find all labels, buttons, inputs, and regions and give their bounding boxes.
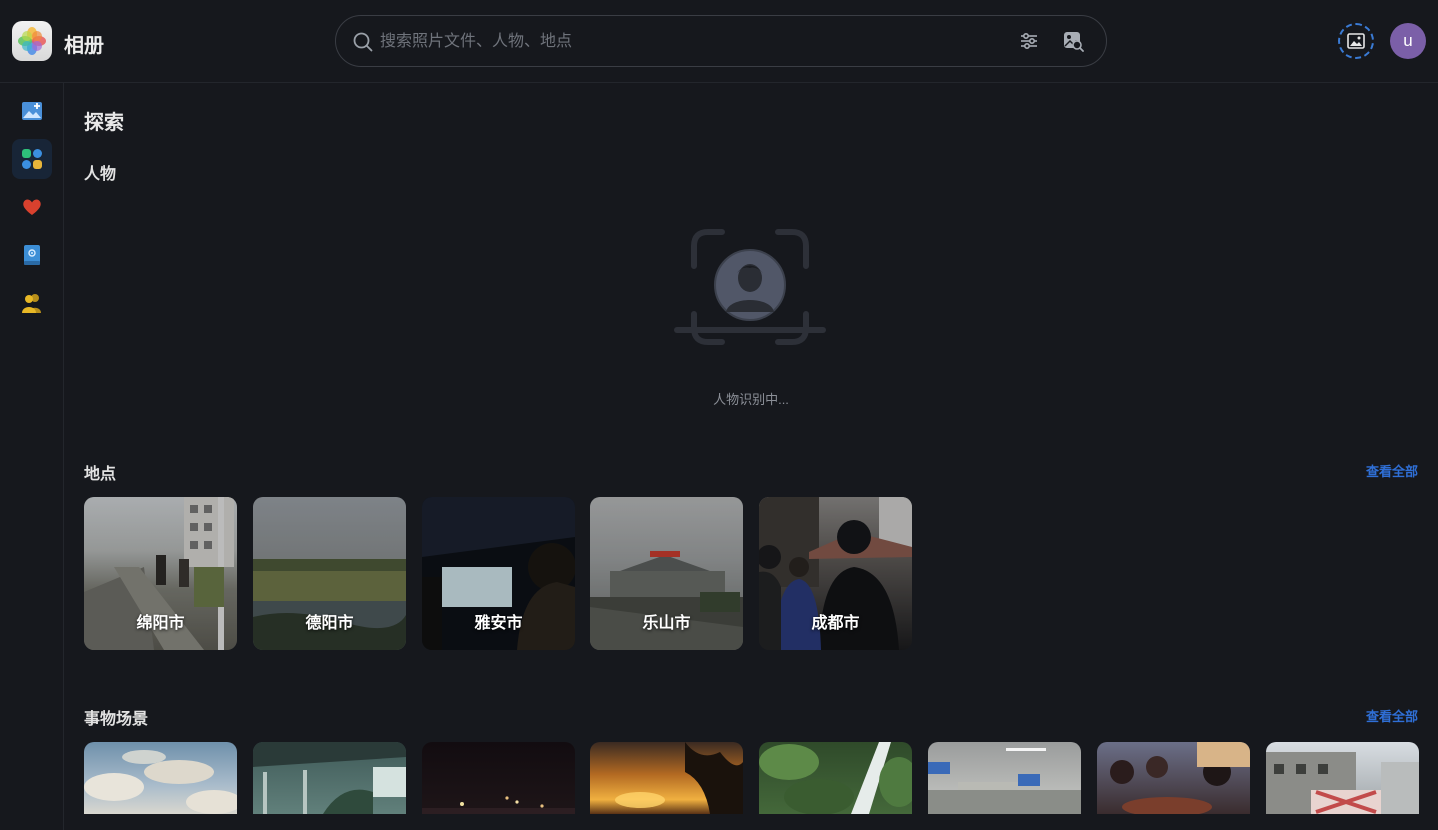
sidebar-item-photos[interactable]: [12, 91, 52, 131]
sidebar-item-albums[interactable]: [12, 235, 52, 275]
scene-photo-dinner: [1110, 742, 1250, 814]
app-logo[interactable]: [12, 21, 52, 61]
scene-card-market[interactable]: [928, 742, 1081, 814]
photos-flower-icon: [18, 27, 46, 55]
upload-progress-button[interactable]: [1338, 23, 1374, 59]
scene-card-dinner[interactable]: [1097, 742, 1250, 814]
people-section-title: 人物: [84, 166, 117, 183]
sidebar-item-explore[interactable]: [12, 139, 52, 179]
scene-photo-waterfall: [759, 742, 912, 814]
search-input[interactable]: [380, 30, 980, 54]
places-view-all-link[interactable]: 查看全部: [1366, 461, 1418, 480]
filter-sliders-icon[interactable]: [1018, 30, 1040, 52]
album-icon: [24, 245, 40, 265]
search-icon: [352, 31, 374, 58]
people-recognition-status: 人物识别中...: [713, 392, 789, 407]
place-label: 成都市: [811, 615, 860, 632]
places-section-title: 地点: [84, 466, 117, 483]
place-card-mianyang[interactable]: 绵阳市: [84, 497, 237, 650]
image-search-icon[interactable]: [1062, 30, 1084, 52]
top-bar: 相册 搜索照片文件、人物、地点 u: [0, 0, 1438, 83]
image-icon: [1347, 33, 1365, 49]
scene-card-sunset[interactable]: [590, 742, 743, 814]
photos-icon: [22, 102, 42, 120]
place-label: 乐山市: [642, 615, 691, 632]
app-title: 相册: [64, 35, 104, 57]
place-card-deyang[interactable]: 德阳市: [253, 497, 406, 650]
place-card-chengdu[interactable]: 成都市: [759, 497, 912, 650]
search-bar[interactable]: [335, 15, 1107, 67]
scene-photo-sunset: [615, 742, 743, 814]
place-label: 德阳市: [305, 615, 354, 632]
scene-card-night[interactable]: [422, 742, 575, 814]
scene-photo-market: [928, 748, 1081, 814]
sidebar-item-shared[interactable]: [12, 283, 52, 323]
place-label: 雅安市: [474, 615, 523, 632]
place-card-yaan[interactable]: 雅安市: [422, 497, 575, 650]
sidebar-item-favorites[interactable]: [12, 187, 52, 227]
people-icon: [22, 294, 41, 313]
scene-card-waterfall[interactable]: [759, 742, 912, 814]
scenes-section-title: 事物场景: [84, 711, 149, 728]
place-label: 绵阳市: [136, 615, 185, 632]
user-avatar[interactable]: u: [1390, 23, 1426, 59]
scene-photo-station: [253, 742, 406, 814]
scene-photo-sky: [84, 750, 237, 814]
face-scan-placeholder: [674, 228, 826, 348]
scene-photo-street: [1266, 752, 1419, 814]
heart-icon: [23, 199, 41, 215]
page-title: 探索: [84, 112, 124, 134]
sidebar: [0, 83, 64, 830]
explore-grid-icon: [22, 149, 42, 169]
place-card-leshan[interactable]: 乐山市: [590, 497, 743, 650]
scene-card-sky[interactable]: [84, 742, 237, 814]
scenes-view-all-link[interactable]: 查看全部: [1366, 706, 1418, 725]
scene-card-station[interactable]: [253, 742, 406, 814]
face-recognition-icon: [674, 229, 826, 345]
scene-card-street[interactable]: [1266, 742, 1419, 814]
explore-page: 探索 人物 人物识别中... 地点 查看全部 绵阳市 德阳市 雅安市 乐山市 成…: [84, 83, 1419, 830]
scene-photo-night: [422, 796, 575, 814]
